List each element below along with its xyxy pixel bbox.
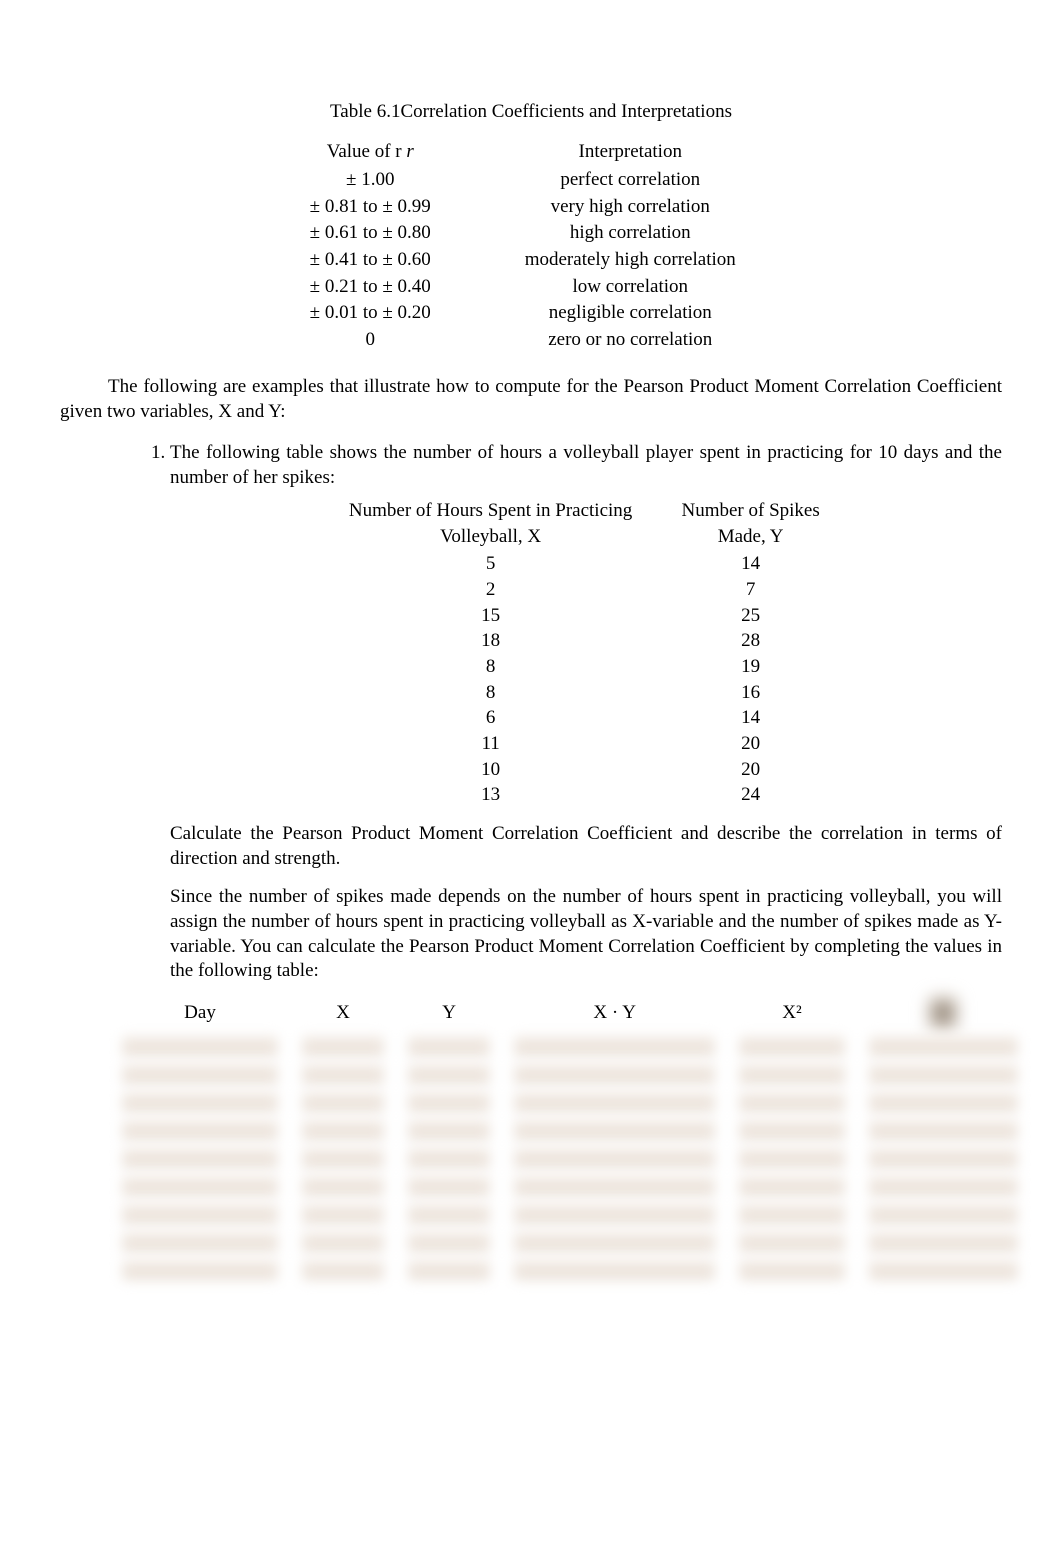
wt-h-y2: [857, 994, 1030, 1032]
dt-header-x: Number of Hours Spent in Practicing Voll…: [326, 498, 655, 551]
t61-v2: ± 0.61 to ± 0.80: [271, 220, 470, 247]
dt-x6: 6: [326, 705, 655, 731]
blurred-header-icon: [928, 996, 958, 1030]
calc-instruction: Calculate the Pearson Product Moment Cor…: [170, 822, 1002, 871]
table-caption: Table 6.1Correlation Coefficients and In…: [60, 100, 1002, 125]
dt-x1: 2: [326, 577, 655, 603]
dt-x2: 15: [326, 603, 655, 629]
wt-h-xy: X · Y: [502, 994, 727, 1032]
blurred-row: [110, 1088, 1030, 1116]
dt-y3: 28: [655, 628, 846, 654]
example-list: The following table shows the number of …: [170, 441, 1002, 1284]
dt-x5: 8: [326, 680, 655, 706]
dt-x4: 8: [326, 654, 655, 680]
col-header-value: Value of r r: [271, 139, 470, 168]
computation-table: Day X Y X · Y X²: [110, 994, 1030, 1284]
dt-y5: 16: [655, 680, 846, 706]
blurred-row: [110, 1200, 1030, 1228]
t61-i0: perfect correlation: [470, 167, 792, 194]
wt-h-x2: X²: [727, 994, 857, 1032]
col-header-interpretation: Interpretation: [470, 139, 792, 168]
blurred-row: [110, 1144, 1030, 1172]
dt-x3: 18: [326, 628, 655, 654]
dt-y4: 19: [655, 654, 846, 680]
dt-y6: 14: [655, 705, 846, 731]
blurred-row: [110, 1116, 1030, 1144]
dt-x9: 13: [326, 782, 655, 808]
t61-i4: low correlation: [470, 274, 792, 301]
volleyball-data-table: Number of Hours Spent in Practicing Voll…: [326, 498, 846, 808]
dt-y7: 20: [655, 731, 846, 757]
t61-i5: negligible correlation: [470, 300, 792, 327]
blurred-row: [110, 1172, 1030, 1200]
blurred-row: [110, 1060, 1030, 1088]
r-symbol: r: [406, 141, 413, 162]
t61-i6: zero or no correlation: [470, 327, 792, 354]
t61-v4: ± 0.21 to ± 0.40: [271, 274, 470, 301]
intro-paragraph: The following are examples that illustra…: [60, 375, 1002, 424]
dt-y8: 20: [655, 757, 846, 783]
dt-y2: 25: [655, 603, 846, 629]
wt-h-y: Y: [396, 994, 502, 1032]
assignment-paragraph: Since the number of spikes made depends …: [170, 885, 1002, 984]
dt-y0: 14: [655, 551, 846, 577]
wt-h-day: Day: [110, 994, 290, 1032]
t61-v0: ± 1.00: [271, 167, 470, 194]
t61-i1: very high correlation: [470, 194, 792, 221]
dt-x7: 11: [326, 731, 655, 757]
dt-header-y: Number of Spikes Made, Y: [655, 498, 846, 551]
blurred-row: [110, 1256, 1030, 1284]
dt-y1: 7: [655, 577, 846, 603]
blurred-row: [110, 1228, 1030, 1256]
t61-v5: ± 0.01 to ± 0.20: [271, 300, 470, 327]
dt-y9: 24: [655, 782, 846, 808]
blurred-row: [110, 1032, 1030, 1060]
example-1: The following table shows the number of …: [170, 441, 1002, 1284]
dt-x8: 10: [326, 757, 655, 783]
wt-h-x: X: [290, 994, 396, 1032]
t61-v6: 0: [271, 327, 470, 354]
t61-v3: ± 0.41 to ± 0.60: [271, 247, 470, 274]
t61-i2: high correlation: [470, 220, 792, 247]
t61-v1: ± 0.81 to ± 0.99: [271, 194, 470, 221]
t61-i3: moderately high correlation: [470, 247, 792, 274]
dt-x0: 5: [326, 551, 655, 577]
correlation-interpretation-table: Value of r r Interpretation ± 1.00perfec…: [271, 139, 791, 354]
example-1-lead: The following table shows the number of …: [170, 442, 1002, 488]
